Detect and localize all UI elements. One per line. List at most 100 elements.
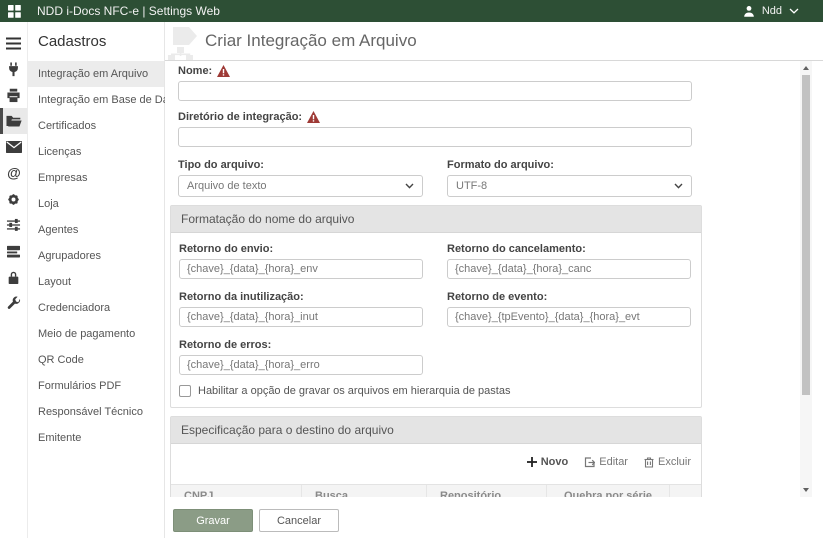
rail-item-wrench[interactable] xyxy=(0,290,27,316)
hierarquia-pastas-label: Habilitar a opção de gravar os arquivos … xyxy=(198,385,510,397)
editar-button[interactable]: Editar xyxy=(584,456,628,468)
folder-open-icon xyxy=(6,114,22,128)
retorno-envio-label: Retorno do envio: xyxy=(179,243,273,255)
col-cnpj: CNPJ xyxy=(171,485,301,497)
lock-icon xyxy=(7,270,20,285)
retorno-evento-input[interactable] xyxy=(447,307,691,327)
svg-text:@: @ xyxy=(7,165,21,181)
retorno-envio-input[interactable] xyxy=(179,259,423,279)
rail-item-sliders[interactable] xyxy=(0,212,27,238)
sidebar-item-integracao-em-base-de-dados[interactable]: Integração em Base de Dados xyxy=(28,87,164,113)
tipo-arquivo-label: Tipo do arquivo: xyxy=(178,159,264,171)
nome-input[interactable] xyxy=(178,81,692,101)
retorno-evento-label: Retorno de evento: xyxy=(447,291,547,303)
rail-item-lock[interactable] xyxy=(0,264,27,290)
envelope-icon xyxy=(6,141,22,153)
icon-rail: @ xyxy=(0,22,28,538)
scrollbar-thumb[interactable] xyxy=(802,75,810,395)
col-quebra-serie: Quebra por série xyxy=(546,485,669,497)
vertical-scrollbar[interactable] xyxy=(800,61,812,497)
rail-item-server[interactable] xyxy=(0,238,27,264)
scroll-down-arrow[interactable] xyxy=(800,484,812,496)
retorno-inutilizacao-label: Retorno da inutilização: xyxy=(179,291,304,303)
user-icon xyxy=(743,5,755,17)
formato-arquivo-select[interactable]: UTF-8 xyxy=(447,175,692,197)
user-menu[interactable]: Ndd xyxy=(743,5,799,17)
rail-item-printer[interactable] xyxy=(0,82,27,108)
sidebar: Cadastros Integração em ArquivoIntegraçã… xyxy=(28,22,165,538)
sidebar-item-licencas[interactable]: Licenças xyxy=(28,139,164,165)
menu-icon xyxy=(6,37,21,50)
sidebar-item-agentes[interactable]: Agentes xyxy=(28,217,164,243)
sidebar-item-certificados[interactable]: Certificados xyxy=(28,113,164,139)
app-window: NDD i-Docs NFC-e | Settings Web Ndd @ Ca… xyxy=(0,0,823,538)
col-actions xyxy=(669,485,701,497)
page-titlebar: Criar Integração em Arquivo xyxy=(165,22,823,61)
sidebar-item-qr-code[interactable]: QR Code xyxy=(28,347,164,373)
app-grid-icon[interactable] xyxy=(0,5,28,18)
retorno-cancelamento-input[interactable] xyxy=(447,259,691,279)
integration-watermark-icon xyxy=(167,27,207,61)
menu-toggle[interactable] xyxy=(0,30,27,56)
retorno-cancelamento-label: Retorno do cancelamento: xyxy=(447,243,586,255)
tipo-arquivo-select[interactable]: Arquivo de texto xyxy=(178,175,423,197)
form-actions: Gravar Cancelar xyxy=(165,497,823,538)
rail-item-plug[interactable] xyxy=(0,56,27,82)
sidebar-item-credenciadora[interactable]: Credenciadora xyxy=(28,295,164,321)
warning-icon xyxy=(217,65,230,77)
select-chevron-icon xyxy=(405,183,414,189)
plus-icon xyxy=(527,457,537,467)
retorno-erros-label: Retorno de erros: xyxy=(179,339,271,351)
sidebar-item-formularios-pdf[interactable]: Formulários PDF xyxy=(28,373,164,399)
tipo-arquivo-value: Arquivo de texto xyxy=(187,180,267,192)
sidebar-item-emitente[interactable]: Emitente xyxy=(28,425,164,451)
rail-item-at-sign[interactable]: @ xyxy=(0,160,27,186)
chevron-down-icon xyxy=(789,8,799,14)
gear-icon xyxy=(6,192,21,207)
sidebar-item-layout[interactable]: Layout xyxy=(28,269,164,295)
form-scroll-area: Nome: Diretório de integração: xyxy=(165,61,823,497)
formatacao-header: Formatação do nome do arquivo xyxy=(171,206,701,233)
sidebar-item-integracao-em-arquivo[interactable]: Integração em Arquivo xyxy=(28,61,164,87)
retorno-inutilizacao-input[interactable] xyxy=(179,307,423,327)
section-formatacao: Formatação do nome do arquivo Retorno do… xyxy=(170,205,702,408)
select-chevron-icon xyxy=(674,183,683,189)
plug-icon xyxy=(6,62,21,77)
server-icon xyxy=(6,245,21,258)
nome-label: Nome: xyxy=(178,65,212,77)
rail-item-folder-open[interactable] xyxy=(0,108,27,134)
save-button[interactable]: Gravar xyxy=(173,509,253,532)
wrench-icon xyxy=(6,296,21,311)
destination-toolbar: Novo Editar xyxy=(171,444,701,478)
formato-arquivo-label: Formato do arquivo: xyxy=(447,159,554,171)
topbar: NDD i-Docs NFC-e | Settings Web Ndd xyxy=(0,0,823,22)
scroll-up-arrow[interactable] xyxy=(800,62,812,74)
sidebar-item-loja[interactable]: Loja xyxy=(28,191,164,217)
sidebar-menu: Integração em ArquivoIntegração em Base … xyxy=(28,61,164,451)
warning-icon xyxy=(307,111,320,123)
sidebar-item-agrupadores[interactable]: Agrupadores xyxy=(28,243,164,269)
sidebar-item-responsavel-tecnico[interactable]: Responsável Técnico xyxy=(28,399,164,425)
cancel-button[interactable]: Cancelar xyxy=(259,509,339,532)
novo-button[interactable]: Novo xyxy=(527,456,569,468)
app-title: NDD i-Docs NFC-e | Settings Web xyxy=(37,4,220,18)
printer-icon xyxy=(6,88,21,103)
diretorio-label: Diretório de integração: xyxy=(178,111,302,123)
section-especificacao: Especificação para o destino do arquivo … xyxy=(170,416,702,497)
rail-item-gear[interactable] xyxy=(0,186,27,212)
diretorio-input[interactable] xyxy=(178,127,692,147)
sidebar-item-meio-de-pagamento[interactable]: Meio de pagamento xyxy=(28,321,164,347)
sidebar-item-empresas[interactable]: Empresas xyxy=(28,165,164,191)
sliders-icon xyxy=(6,218,21,232)
col-repositorio: Repositório xyxy=(426,485,546,497)
hierarquia-pastas-checkbox[interactable] xyxy=(179,385,191,397)
excluir-button[interactable]: Excluir xyxy=(644,456,691,468)
retorno-erros-input[interactable] xyxy=(179,355,423,375)
formato-arquivo-value: UTF-8 xyxy=(456,180,487,192)
especificacao-header: Especificação para o destino do arquivo xyxy=(171,417,701,444)
main-area: Criar Integração em Arquivo Nome: xyxy=(165,22,823,538)
user-name: Ndd xyxy=(762,5,782,17)
edit-icon xyxy=(584,457,595,468)
page-title: Criar Integração em Arquivo xyxy=(205,31,417,51)
rail-item-envelope[interactable] xyxy=(0,134,27,160)
